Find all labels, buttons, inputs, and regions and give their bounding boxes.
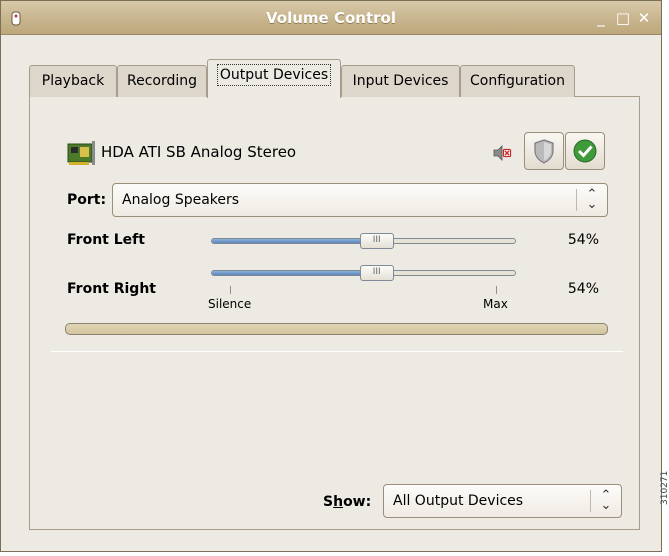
front-left-slider[interactable]: III: [211, 233, 516, 249]
muted-speaker-icon[interactable]: [492, 143, 512, 163]
combo-arrows-icon: ⌃ ⌄: [600, 488, 612, 513]
scale-min-label: Silence: [208, 297, 252, 311]
combo-separator: [576, 189, 577, 211]
tab-recording[interactable]: Recording: [117, 65, 207, 97]
front-right-label: Front Right: [67, 281, 156, 297]
checkmark-icon: [573, 139, 597, 163]
combo-separator: [590, 490, 591, 512]
tab-label: Configuration: [470, 73, 565, 89]
tab-label: Input Devices: [352, 73, 449, 89]
front-right-slider[interactable]: III: [211, 265, 516, 281]
scale-tick-silence: [230, 286, 231, 294]
port-select[interactable]: Analog Speakers ⌃ ⌄: [112, 183, 608, 217]
tab-label: Output Devices: [216, 64, 332, 86]
close-button[interactable]: ✕: [634, 8, 654, 28]
lock-channels-button[interactable]: [524, 132, 564, 170]
sound-card-icon: [67, 141, 95, 165]
port-select-value: Analog Speakers: [122, 192, 240, 208]
slider-handle[interactable]: III: [359, 233, 394, 249]
show-filter-value: All Output Devices: [393, 493, 524, 509]
shield-icon: [534, 139, 554, 164]
scale-max-label: Max: [483, 297, 508, 311]
slider-fill: [212, 239, 377, 243]
slider-fill: [212, 271, 377, 275]
scale-tick-max: [496, 286, 497, 294]
combo-arrows-icon: ⌃ ⌄: [586, 187, 598, 212]
figure-id-text: 310271: [660, 470, 669, 505]
maximize-button[interactable]: □: [613, 8, 633, 28]
tab-playback[interactable]: Playback: [29, 65, 117, 97]
front-right-percent: 54%: [567, 281, 599, 297]
slider-handle[interactable]: III: [359, 265, 394, 281]
tab-configuration[interactable]: Configuration: [460, 65, 575, 97]
port-label: Port:: [67, 192, 107, 208]
peak-meter: [65, 323, 608, 335]
title-bar[interactable]: Volume Control _ □ ✕: [1, 1, 661, 35]
show-filter-select[interactable]: All Output Devices ⌃ ⌄: [383, 484, 622, 518]
tab-input-devices[interactable]: Input Devices: [341, 65, 460, 97]
device-name: HDA ATI SB Analog Stereo: [101, 143, 297, 161]
separator: [51, 351, 623, 352]
tab-label: Playback: [41, 73, 105, 89]
volume-control-window: Volume Control _ □ ✕ Playback Recording …: [0, 0, 662, 552]
window-title: Volume Control: [266, 9, 396, 27]
show-label: Show:: [323, 494, 372, 510]
minimize-button[interactable]: _: [591, 8, 611, 28]
front-left-label: Front Left: [67, 232, 145, 248]
tab-label: Recording: [126, 73, 198, 89]
tab-output-devices[interactable]: Output Devices: [207, 59, 341, 98]
front-left-percent: 54%: [567, 232, 599, 248]
set-default-button[interactable]: [565, 132, 605, 170]
